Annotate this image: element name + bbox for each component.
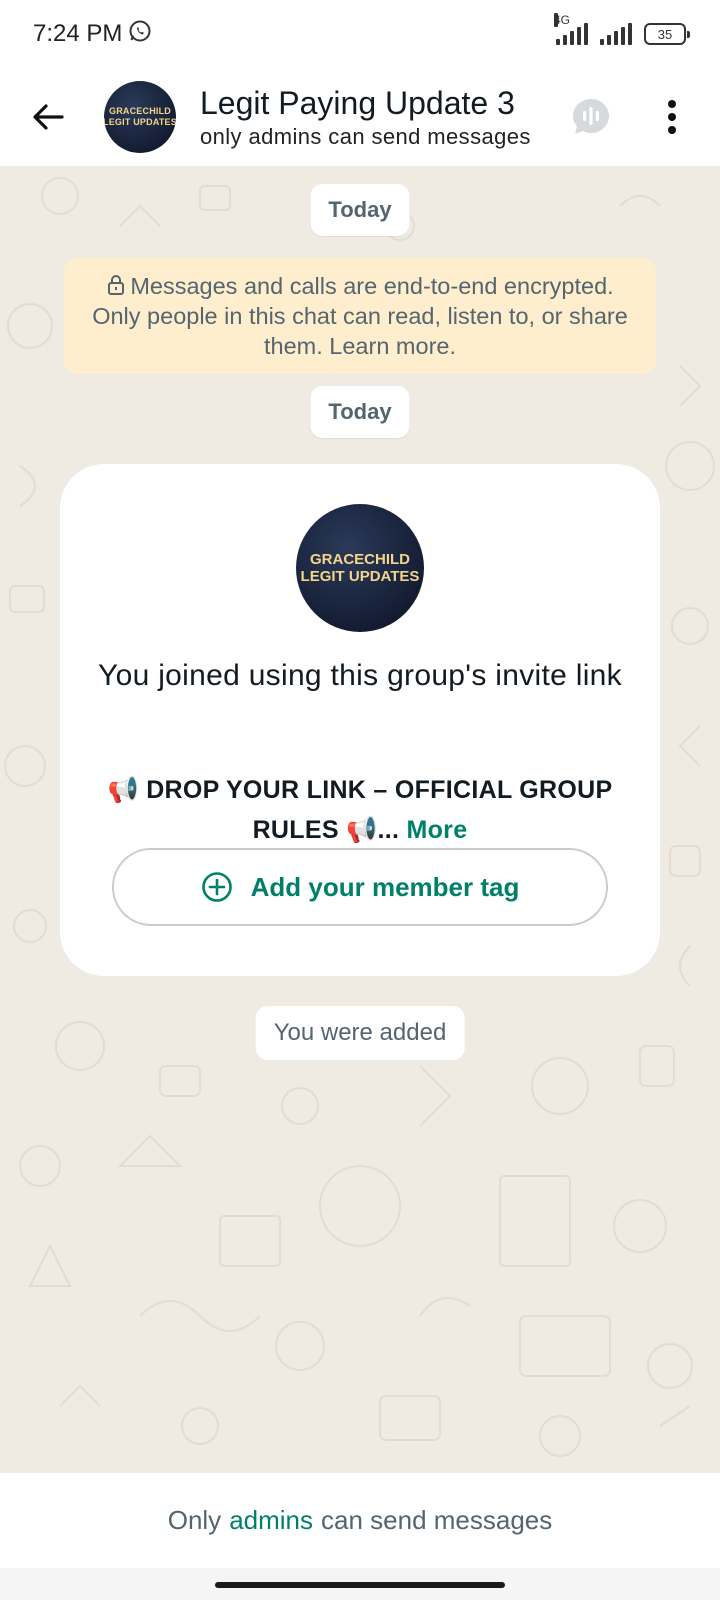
more-link[interactable]: More xyxy=(406,816,467,844)
invite-title: You joined using this group's invite lin… xyxy=(98,659,622,692)
date-chip: Today xyxy=(310,184,410,236)
status-left: 7:24 PM xyxy=(33,19,152,50)
network-type: 4G xyxy=(554,13,571,27)
system-message-text: You were added xyxy=(273,1019,447,1046)
date-chip-label: Today xyxy=(328,399,392,424)
whatsapp-icon xyxy=(128,19,152,50)
admins-only-footer: Only admins can send messages xyxy=(0,1472,720,1568)
add-circle-icon xyxy=(201,872,232,902)
date-chip-label: Today xyxy=(328,197,392,222)
signal-icon: 4G xyxy=(554,13,588,45)
more-vertical-icon xyxy=(668,100,676,134)
group-info[interactable]: Legit Paying Update 3 only admins can se… xyxy=(200,83,540,151)
voice-chat-button[interactable] xyxy=(566,92,616,142)
encryption-notice[interactable]: Messages and calls are end-to-end encryp… xyxy=(64,258,656,374)
footer-suffix: can send messages xyxy=(321,1505,553,1535)
group-subtitle: only admins can send messages xyxy=(200,124,531,149)
footer-prefix: Only xyxy=(167,1505,222,1535)
home-indicator[interactable] xyxy=(215,1582,505,1588)
avatar-text-line: GRACECHILD xyxy=(109,106,171,116)
group-avatar[interactable]: GRACECHILD LEGIT UPDATES xyxy=(104,81,176,153)
encryption-text: Messages and calls are end-to-end encryp… xyxy=(90,271,630,361)
avatar-text-line: LEGIT UPDATES xyxy=(104,117,176,127)
group-description: 📢 DROP YOUR LINK – OFFICIAL GROUP RULES … xyxy=(100,770,620,850)
admins-link[interactable]: admins xyxy=(229,1505,313,1536)
encryption-notice-text: Messages and calls are end-to-end encryp… xyxy=(92,273,628,359)
status-bar: 7:24 PM 4G 35 xyxy=(0,0,720,68)
add-member-tag-label: Add your member tag xyxy=(250,871,520,902)
signal-icon xyxy=(600,23,632,45)
battery-icon: 35 xyxy=(644,23,690,45)
avatar-text-line: GRACECHILD xyxy=(310,551,410,568)
navigation-bar xyxy=(0,1568,720,1600)
add-member-tag-button[interactable]: Add your member tag xyxy=(112,848,608,926)
status-time: 7:24 PM xyxy=(33,20,123,47)
invite-group-avatar[interactable]: GRACECHILD LEGIT UPDATES xyxy=(296,504,424,632)
voice-chat-icon xyxy=(573,99,609,134)
more-options-button[interactable] xyxy=(652,92,692,142)
back-button[interactable] xyxy=(18,87,78,147)
chat-header: GRACECHILD LEGIT UPDATES Legit Paying Up… xyxy=(0,68,720,166)
group-description-text: 📢 DROP YOUR LINK – OFFICIAL GROUP RULES … xyxy=(107,776,613,844)
group-name: Legit Paying Update 3 xyxy=(200,85,515,121)
back-arrow-icon xyxy=(33,104,64,130)
battery-level: 35 xyxy=(657,26,673,42)
lock-icon xyxy=(108,275,125,295)
chat-area[interactable]: Today Messages and calls are end-to-end … xyxy=(0,166,720,1472)
avatar-text-line: LEGIT UPDATES xyxy=(300,568,420,585)
status-right: 4G 35 xyxy=(554,13,690,45)
date-chip: Today xyxy=(310,386,410,438)
group-invite-card: GRACECHILD LEGIT UPDATES You joined usin… xyxy=(60,464,660,976)
system-message: You were added xyxy=(255,1006,465,1060)
